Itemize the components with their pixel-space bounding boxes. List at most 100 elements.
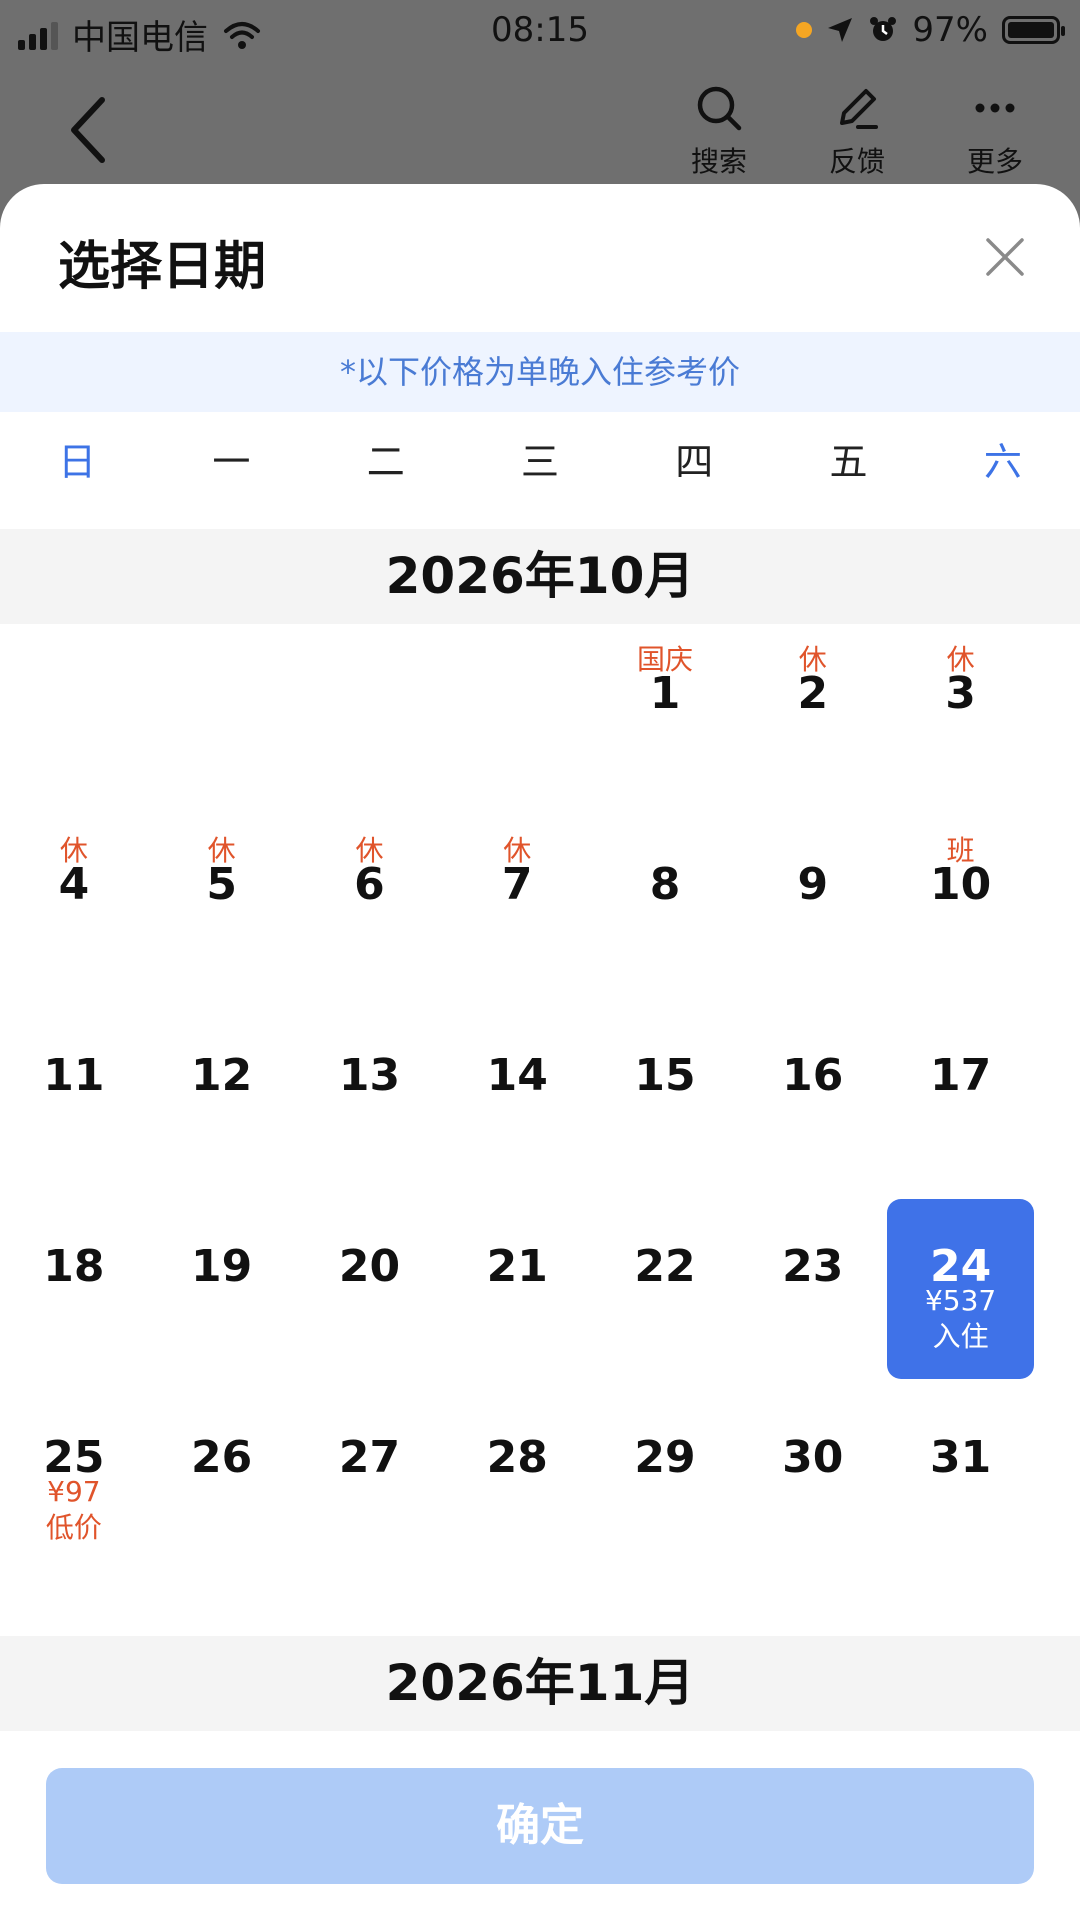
day-number: 4 — [58, 859, 90, 910]
day-number: 27 — [338, 1432, 401, 1483]
search-icon — [697, 86, 742, 131]
weekday-thu: 四 — [675, 440, 714, 484]
day-cell[interactable]: 16 — [739, 1006, 886, 1197]
day-cell[interactable]: 14 — [444, 1006, 591, 1197]
empty-day-cell — [444, 624, 591, 815]
day-cell[interactable]: 国庆 1 — [592, 624, 739, 815]
day-number: 29 — [634, 1432, 696, 1483]
day-cell[interactable]: 15 — [592, 1006, 739, 1197]
empty-day-cell — [148, 624, 295, 815]
sheet-title: 选择日期 — [58, 237, 267, 297]
day-cell[interactable]: 13 — [296, 1006, 443, 1197]
status-bar: 中国电信 08:15 97% — [0, 0, 1080, 60]
day-number: 9 — [797, 859, 829, 910]
day-number: 8 — [649, 859, 681, 910]
calendar-week: 18 19 20 21 22 23 24 ¥537 入住 — [0, 1197, 1080, 1388]
weekday-wed: 三 — [520, 440, 559, 484]
status-right: 97% — [796, 10, 1065, 50]
weekday-mon: 一 — [212, 440, 251, 484]
day-number: 12 — [191, 1050, 253, 1101]
day-cell[interactable]: 休3 — [887, 624, 1034, 815]
confirm-button[interactable]: 确定 — [46, 1768, 1034, 1884]
calendar-week: 11 12 13 14 15 16 17 — [0, 1006, 1080, 1197]
day-note: 低价 — [45, 1511, 102, 1544]
nav-bar: 搜索 反馈 更多 — [0, 70, 1080, 180]
day-cell[interactable]: 28 — [444, 1388, 591, 1579]
feedback-button[interactable]: 反馈 — [802, 76, 912, 180]
day-cell[interactable]: 班 10 — [887, 815, 1034, 1006]
date-picker-sheet: 选择日期 *以下价格为单晚入住参考价 日 一 二 三 四 五 六 2026年10… — [0, 184, 1080, 1921]
day-cell[interactable]: 12 — [148, 1006, 295, 1197]
day-number: 6 — [354, 859, 385, 910]
day-number: 19 — [191, 1241, 253, 1292]
alarm-icon — [870, 17, 897, 41]
day-number: 16 — [782, 1050, 844, 1101]
day-cell[interactable]: 20 — [296, 1197, 443, 1388]
day-number: 1 — [649, 668, 681, 719]
day-cell[interactable]: 11 — [0, 1006, 147, 1197]
day-cell[interactable]: 17 — [887, 1006, 1034, 1197]
search-button[interactable]: 搜索 — [664, 76, 774, 180]
nav-actions: 搜索 反馈 更多 — [664, 76, 1050, 180]
day-number: 31 — [929, 1432, 992, 1483]
weekday-sat: 六 — [983, 440, 1022, 484]
day-cell[interactable]: 休4 — [0, 815, 147, 1006]
day-number: 26 — [191, 1432, 253, 1483]
day-cell[interactable]: 25 ¥97 低价 — [0, 1388, 147, 1579]
search-label: 搜索 — [690, 145, 747, 178]
close-icon[interactable] — [980, 232, 1030, 282]
day-number: 11 — [43, 1050, 105, 1101]
day-cell[interactable]: 休7 — [444, 815, 591, 1006]
feedback-label: 反馈 — [828, 145, 885, 178]
day-number: 17 — [929, 1050, 992, 1101]
day-cell[interactable]: 22 — [592, 1197, 739, 1388]
calendar-week: 国庆 1 休 2 休 3 — [0, 624, 1080, 815]
sheet-header: 选择日期 — [0, 184, 1080, 334]
day-number: 7 — [501, 859, 533, 910]
back-arrow-icon[interactable] — [60, 90, 120, 170]
day-cell-selected[interactable]: 24 ¥537 入住 — [887, 1197, 1035, 1388]
empty-day-cell — [296, 624, 443, 815]
day-number: 3 — [945, 668, 976, 719]
day-cell[interactable]: 27 — [296, 1388, 443, 1579]
day-cell[interactable]: 30 — [739, 1388, 886, 1579]
day-number: 23 — [782, 1241, 844, 1292]
month-title-november: 2026年11月 — [0, 1636, 1080, 1731]
day-cell[interactable]: 休2 — [739, 624, 886, 815]
empty-day-cell — [0, 624, 147, 815]
day-price: ¥537 — [924, 1284, 997, 1317]
more-icon — [975, 103, 1015, 113]
day-cell[interactable]: 18 — [0, 1197, 147, 1388]
day-cell[interactable]: 29 — [592, 1388, 739, 1579]
day-number: 10 — [929, 859, 992, 910]
recording-dot-icon — [796, 22, 813, 38]
weekday-fri: 五 — [829, 440, 868, 484]
day-number: 2 — [797, 668, 829, 719]
day-cell[interactable]: 26 — [148, 1388, 295, 1579]
day-price-info: ¥97 低价 — [0, 1474, 147, 1546]
day-number: 21 — [486, 1241, 548, 1292]
more-button[interactable]: 更多 — [940, 76, 1050, 180]
day-number: 22 — [634, 1241, 696, 1292]
day-number: 18 — [43, 1241, 105, 1292]
day-cell[interactable]: 休5 — [148, 815, 295, 1006]
calendar-grid-october: 国庆 1 休 2 休 3 休 4 休 5 休 6 休 7 8 9 班 10 11 12 13 14 15 16 17 18 19 20… — [0, 624, 1080, 1579]
day-cell[interactable]: 9 — [739, 815, 886, 1006]
day-cell[interactable]: 19 — [148, 1197, 295, 1388]
day-number: 14 — [486, 1050, 548, 1101]
price-notice: *以下价格为单晚入住参考价 — [0, 332, 1080, 412]
day-cell[interactable]: 23 — [739, 1197, 886, 1388]
day-cell[interactable]: 31 — [887, 1388, 1034, 1579]
confirm-bar: 确定 — [0, 1754, 1080, 1921]
day-note: 入住 — [932, 1320, 989, 1353]
day-price-info: ¥537 入住 — [887, 1283, 1034, 1355]
day-cell[interactable]: 21 — [444, 1197, 591, 1388]
day-cell[interactable]: 休6 — [296, 815, 443, 1006]
day-number: 20 — [338, 1241, 401, 1292]
day-number: 15 — [634, 1050, 696, 1101]
weekday-header: 日 一 二 三 四 五 六 — [0, 412, 1080, 512]
day-number: 13 — [338, 1050, 401, 1101]
weekday-tue: 二 — [366, 440, 405, 484]
day-cell[interactable]: 8 — [592, 815, 739, 1006]
day-number: 28 — [486, 1432, 548, 1483]
